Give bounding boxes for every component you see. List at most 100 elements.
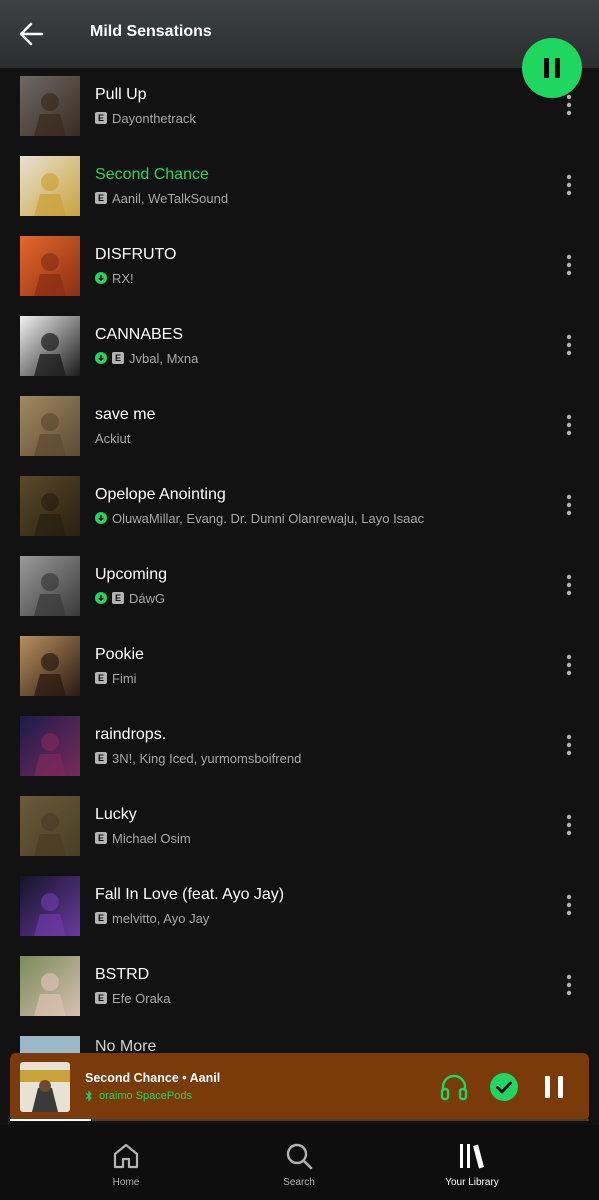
track-row[interactable]: Pull Up E Dayonthetrack <box>0 68 599 148</box>
mini-pause-button[interactable] <box>538 1071 570 1103</box>
track-meta: E Fimi <box>95 670 137 686</box>
device-name: oraimo SpacePods <box>99 1090 192 1102</box>
more-options-button[interactable] <box>558 650 580 680</box>
track-artists: RX! <box>112 270 134 286</box>
check-circle-icon <box>490 1073 518 1101</box>
track-row[interactable]: Lucky E Michael Osim <box>0 788 599 868</box>
connected-device[interactable]: oraimo SpacePods <box>85 1090 192 1102</box>
track-cover <box>20 876 80 936</box>
track-title: Pookie <box>95 646 144 663</box>
track-row[interactable]: Upcoming E DáwG <box>0 548 599 628</box>
track-meta: Ackiut <box>95 430 130 446</box>
now-playing-cover[interactable] <box>20 1062 70 1112</box>
playlist-title: Mild Sensations <box>90 23 212 40</box>
track-cover <box>20 396 80 456</box>
track-row[interactable]: save me Ackiut <box>0 388 599 468</box>
bluetooth-icon <box>85 1090 92 1102</box>
more-options-button[interactable] <box>558 490 580 520</box>
more-options-button[interactable] <box>558 330 580 360</box>
top-bar: Mild Sensations <box>0 0 599 68</box>
more-options-button[interactable] <box>558 730 580 760</box>
downloaded-icon <box>95 272 107 284</box>
pause-button[interactable] <box>522 38 582 98</box>
track-artists: Fimi <box>112 670 137 686</box>
track-row[interactable]: Fall In Love (feat. Ayo Jay) Emelvitto, A… <box>0 868 599 948</box>
track-title: BSTRD <box>95 966 150 983</box>
track-row[interactable]: BSTRD E Efe Oraka <box>0 948 599 1028</box>
more-vertical-icon <box>566 654 572 676</box>
track-meta: E Jvbal, Mxna <box>95 350 198 366</box>
track-title: Second Chance <box>95 166 209 183</box>
track-cover <box>20 316 80 376</box>
more-options-button[interactable] <box>558 970 580 1000</box>
more-options-button[interactable] <box>558 170 580 200</box>
explicit-badge-icon: E <box>95 912 107 924</box>
explicit-badge-icon: E <box>112 352 124 364</box>
search-icon <box>286 1143 313 1170</box>
nav-home[interactable]: Home <box>66 1141 186 1188</box>
track-meta: E Dayonthetrack <box>95 110 196 126</box>
track-artists: OluwaMillar, Evang. Dr. Dunni Olanrewaju… <box>112 510 425 526</box>
track-cover <box>20 556 80 616</box>
downloaded-icon <box>95 512 107 524</box>
track-row[interactable]: Opelope Anointing OluwaMillar, Evang. Dr.… <box>0 468 599 548</box>
track-title: No More <box>95 1038 157 1053</box>
track-title: Opelope Anointing <box>95 486 226 503</box>
track-meta: E Michael Osim <box>95 830 191 846</box>
headphones-icon <box>440 1074 468 1101</box>
track-meta: RX! <box>95 270 134 286</box>
explicit-badge-icon: E <box>95 992 107 1004</box>
explicit-badge-icon: E <box>95 752 107 764</box>
arrow-left-icon <box>19 22 44 46</box>
more-vertical-icon <box>566 574 572 596</box>
track-row[interactable]: CANNABES E Jvbal, Mxna <box>0 308 599 388</box>
more-options-button[interactable] <box>558 410 580 440</box>
more-vertical-icon <box>566 814 572 836</box>
more-vertical-icon <box>566 734 572 756</box>
explicit-badge-icon: E <box>95 832 107 844</box>
more-options-button[interactable] <box>558 890 580 920</box>
nav-library-label: Your Library <box>445 1177 499 1188</box>
track-artists: Efe Oraka <box>112 990 171 1006</box>
track-meta: Emelvitto, Ayo Jay <box>95 910 209 926</box>
playback-progress <box>10 1119 589 1121</box>
more-options-button[interactable] <box>558 250 580 280</box>
nav-search[interactable]: Search <box>239 1141 359 1188</box>
devices-button[interactable] <box>438 1071 470 1103</box>
track-meta: OluwaMillar, Evang. Dr. Dunni Olanrewaju… <box>95 510 424 526</box>
track-meta: E Aanil, WeTalkSound <box>95 190 228 206</box>
track-row[interactable]: Pookie E Fimi <box>0 628 599 708</box>
track-row[interactable]: raindrops. E 3N!, King Iced, yurmomsboifre… <box>0 708 599 788</box>
track-title: save me <box>95 406 156 423</box>
track-title: raindrops. <box>95 726 167 743</box>
track-artists: Ackiut <box>95 430 131 446</box>
track-title: Fall In Love (feat. Ayo Jay) <box>95 886 285 903</box>
pause-icon <box>544 58 560 78</box>
pause-icon <box>545 1076 563 1098</box>
home-icon <box>113 1143 139 1169</box>
track-row[interactable]: Second Chance E Aanil, WeTalkSound <box>0 148 599 228</box>
explicit-badge-icon: E <box>95 192 107 204</box>
more-options-button[interactable] <box>558 570 580 600</box>
explicit-badge-icon: E <box>95 112 107 124</box>
track-cover <box>20 236 80 296</box>
back-button[interactable] <box>14 16 50 52</box>
track-title: DISFRUTO <box>95 246 177 263</box>
track-cover <box>20 636 80 696</box>
track-artists: 3N!, King Iced, yurmomsboifrend <box>112 750 302 766</box>
downloaded-icon <box>95 352 107 364</box>
more-vertical-icon <box>566 174 572 196</box>
nav-library[interactable]: Your Library <box>412 1141 532 1188</box>
more-vertical-icon <box>566 254 572 276</box>
now-playing-bar[interactable]: Second Chance • Aanil oraimo SpacePods <box>10 1053 589 1121</box>
explicit-badge-icon: E <box>95 672 107 684</box>
track-row[interactable]: DISFRUTO RX! <box>0 228 599 308</box>
saved-button[interactable] <box>488 1071 520 1103</box>
track-artists: melvitto, Ayo Jay <box>112 910 210 926</box>
track-artists: Jvbal, Mxna <box>129 350 199 366</box>
now-playing-title[interactable]: Second Chance • Aanil <box>85 1071 220 1085</box>
more-options-button[interactable] <box>558 810 580 840</box>
track-artists: DáwG <box>129 590 166 606</box>
track-row[interactable]: No More <box>0 1028 599 1053</box>
downloaded-icon <box>95 592 107 604</box>
